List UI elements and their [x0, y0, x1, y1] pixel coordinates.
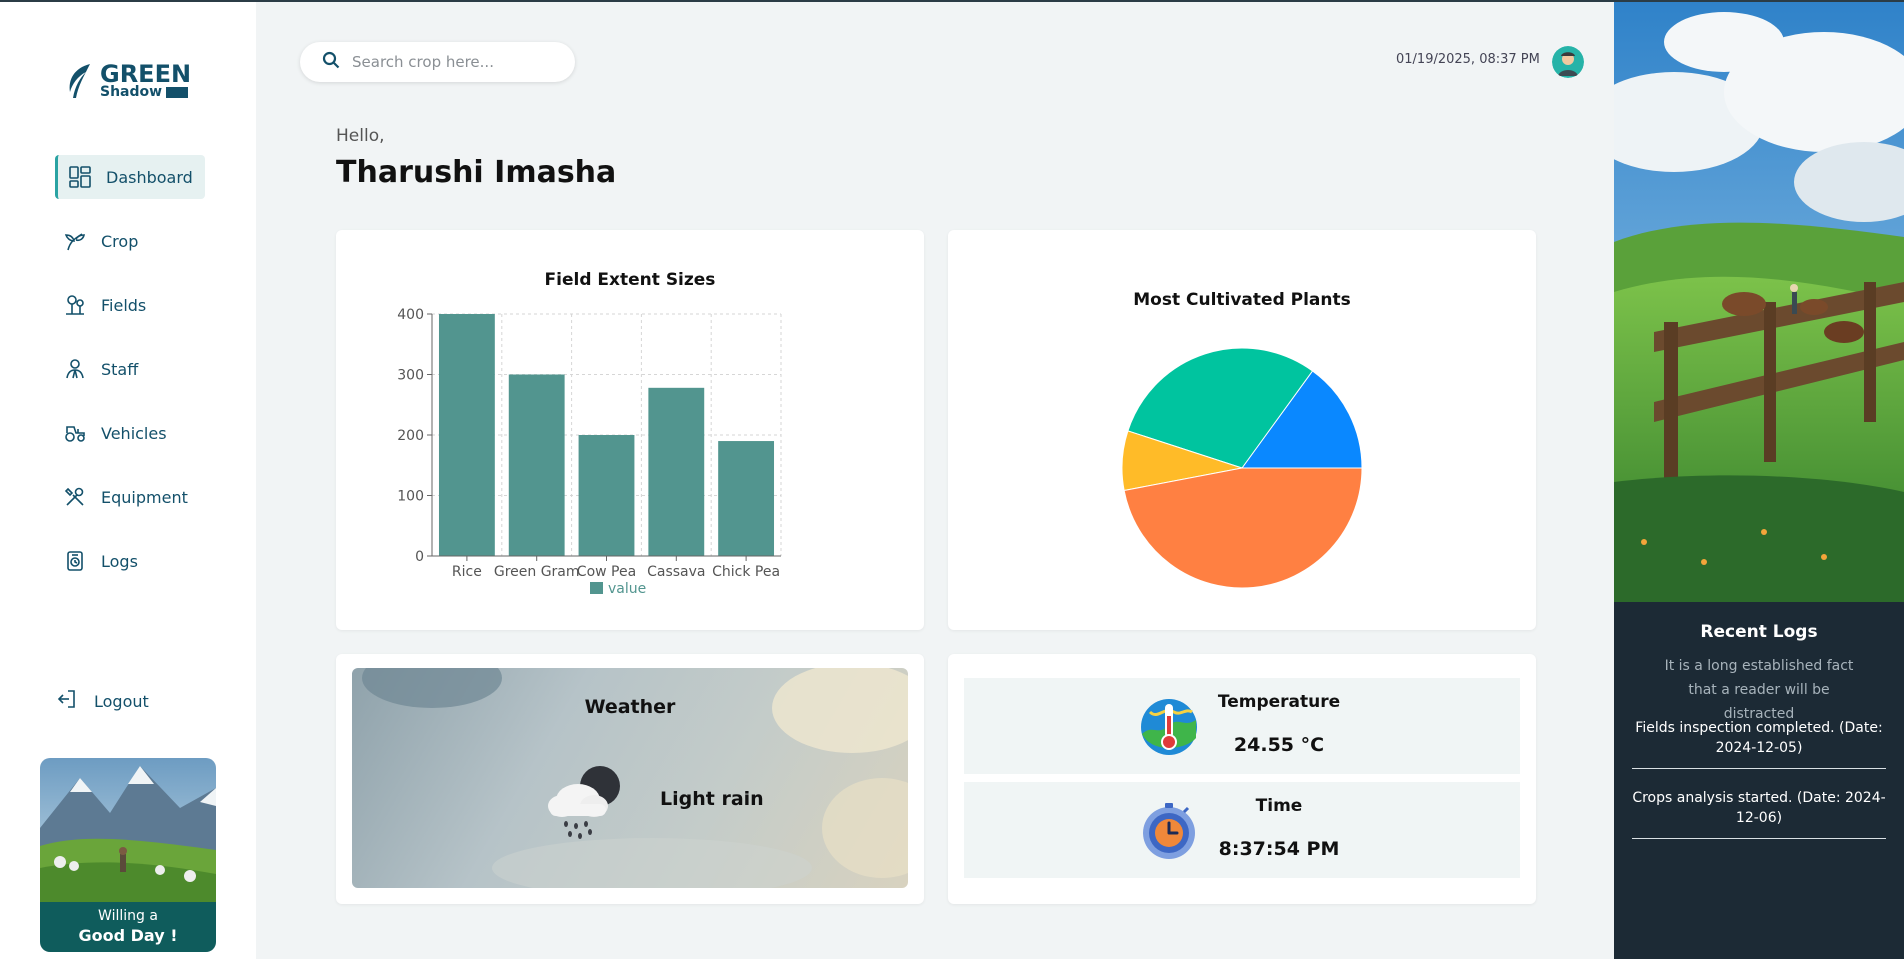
legend-label: value	[608, 581, 646, 597]
tractor-icon	[63, 421, 87, 445]
field-extent-chart-card: Field Extent Sizes 0 100 200 300 400 Rice Gree…	[336, 230, 924, 630]
logout-icon	[56, 688, 78, 714]
y-tick-label: 100	[397, 489, 424, 505]
y-tick-label: 400	[397, 307, 424, 323]
thermometer-icon	[1141, 699, 1197, 755]
logo[interactable]: GREEN Shadow	[66, 60, 196, 104]
cultivated-plants-chart-card: Most Cultivated Plants	[948, 230, 1536, 630]
sidebar-item-crop[interactable]: Crop	[55, 219, 205, 263]
legend-swatch	[590, 582, 603, 594]
x-tick-label: Green Gram	[494, 564, 580, 580]
promo-line-2: Good Day !	[78, 926, 178, 945]
weather-background: Weather Light rain	[352, 668, 908, 888]
sidebar-item-logs[interactable]: Logs	[55, 539, 205, 583]
time-label: Time	[1255, 796, 1303, 816]
sidebar: GREEN Shadow Dashboard Crop Fields Staff…	[0, 2, 256, 959]
logo-text-shadow: Shadow	[100, 84, 163, 100]
sidebar-item-label: Logs	[101, 551, 138, 571]
stopwatch-icon	[1143, 803, 1195, 859]
recent-logs-title: Recent Logs	[1700, 622, 1818, 642]
x-tick-label: Rice	[452, 564, 482, 580]
sidebar-item-dashboard[interactable]: Dashboard	[55, 155, 205, 199]
sidebar-item-label: Staff	[101, 359, 139, 379]
y-tick-label: 200	[397, 428, 424, 444]
sidebar-item-fields[interactable]: Fields	[55, 283, 205, 327]
field-icon	[63, 293, 87, 317]
bar-cassava	[648, 387, 705, 556]
log-item: Fields inspection completed. (Date: 2024…	[1632, 718, 1886, 769]
sidebar-item-label: Fields	[101, 295, 147, 315]
y-tick-label: 0	[415, 549, 424, 565]
sidebar-item-label: Crop	[101, 231, 139, 251]
pie-slice-3	[1123, 467, 1363, 589]
current-datetime: 01/19/2025, 08:37 PM	[1396, 52, 1540, 67]
sidebar-item-label: Vehicles	[101, 423, 167, 443]
x-tick-label: Cow Pea	[577, 564, 636, 580]
staff-icon	[63, 357, 87, 381]
farm-landscape-illustration	[1614, 2, 1904, 602]
search-input[interactable]	[352, 53, 552, 71]
weather-description: Light rain	[660, 788, 764, 810]
promo-card: Willing a Good Day !	[40, 758, 216, 952]
temperature-label: Temperature	[1217, 692, 1341, 712]
sidebar-item-label: Equipment	[101, 487, 188, 507]
time-row: Time 8:37:54 PM	[964, 782, 1520, 878]
sidebar-nav: Dashboard Crop Fields Staff Vehicles Equ…	[55, 155, 205, 603]
bar-rice	[438, 314, 495, 556]
bar-green-gram	[508, 374, 565, 556]
stats-card: Temperature 24.55 °C Time 8:37:54 PM	[948, 654, 1536, 904]
log-item: Crops analysis started. (Date: 2024-12-0…	[1632, 788, 1886, 839]
recent-logs-description: It is a long established fact that a rea…	[1664, 658, 1854, 722]
user-name: Tharushi Imasha	[336, 155, 617, 190]
temperature-value: 24.55 °C	[1233, 734, 1325, 756]
pie-chart	[1121, 347, 1363, 589]
sidebar-item-vehicles[interactable]: Vehicles	[55, 411, 205, 455]
tools-icon	[63, 485, 87, 509]
dashboard-icon	[68, 165, 92, 189]
bar-cow-pea	[578, 435, 635, 556]
bar-chart: 0 100 200 300 400 Rice Green GramCow Pea Cassav…	[397, 307, 782, 597]
time-value: 8:37:54 PM	[1218, 838, 1340, 860]
y-tick-label: 300	[397, 368, 424, 384]
sidebar-item-staff[interactable]: Staff	[55, 347, 205, 391]
x-tick-label: Cassava	[647, 564, 705, 580]
sidebar-item-equipment[interactable]: Equipment	[55, 475, 205, 519]
bar-chick-pea	[718, 441, 775, 556]
cloud-rain-icon	[548, 766, 620, 839]
promo-line-1: Willing a	[98, 908, 158, 924]
x-tick-label: Chick Pea	[712, 564, 780, 580]
weather-card: Weather Light rain	[336, 654, 924, 904]
recent-logs-panel: Recent Logs It is a long established fac…	[1614, 2, 1904, 959]
search-bar[interactable]	[300, 42, 575, 82]
avatar[interactable]	[1552, 46, 1584, 78]
logs-icon	[63, 549, 87, 573]
logout-label: Logout	[94, 691, 149, 711]
leaf-logo-icon	[69, 64, 90, 98]
sidebar-item-label: Dashboard	[106, 167, 193, 187]
logo-bar	[166, 87, 188, 98]
logout-button[interactable]: Logout	[56, 686, 149, 716]
weather-title: Weather	[584, 696, 676, 718]
temperature-row: Temperature 24.55 °C	[964, 678, 1520, 774]
mountain-farmer-illustration	[40, 758, 216, 902]
search-icon	[322, 51, 340, 73]
sprout-icon	[63, 229, 87, 253]
promo-footer: Willing a Good Day !	[40, 902, 216, 952]
greeting-hello: Hello,	[336, 126, 385, 146]
